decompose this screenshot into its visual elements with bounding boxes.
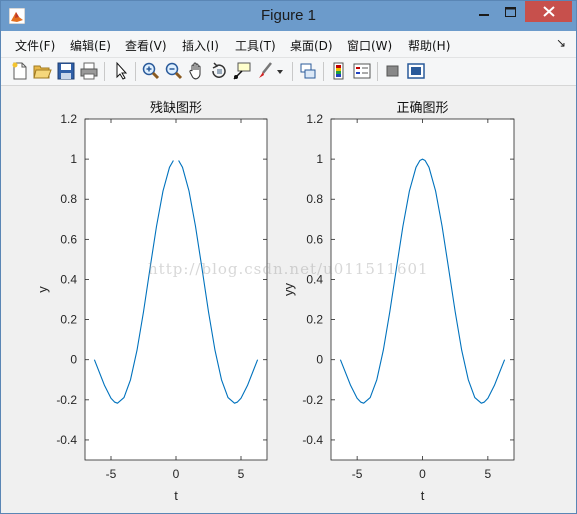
insert-colorbar-icon[interactable] (329, 61, 349, 81)
menu-window[interactable]: 窗口(W) (347, 37, 392, 54)
pan-hand-icon[interactable] (187, 61, 207, 81)
link-plot-icon[interactable] (298, 61, 318, 81)
x-tick-label: 0 (419, 467, 426, 481)
x-tick-label: 0 (173, 467, 180, 481)
figure-canvas: -0.4 -0.2 0 0.2 0.4 0.6 0.8 1 1.2 -5 0 5 残缺图形 t y -0.4-… (7, 86, 572, 509)
title-bar[interactable]: Figure 1 (1, 1, 576, 31)
toolbar-separator (135, 62, 136, 81)
menu-insert[interactable]: 插入(I) (182, 37, 219, 54)
maximize-button[interactable] (497, 1, 524, 22)
axes-background (84, 118, 268, 461)
csdn-watermark: http://blog.csdn.net/u011511601 (148, 260, 429, 278)
x-axis-label: t (421, 488, 425, 503)
new-figure-icon[interactable] (10, 61, 30, 81)
x-tick-label: -5 (106, 467, 117, 481)
y-tick-label: -0.4 (56, 433, 77, 447)
data-cursor-icon[interactable] (232, 61, 252, 81)
insert-legend-icon[interactable] (352, 61, 372, 81)
toolbar-separator (377, 62, 378, 81)
y-tick-label: 1 (70, 152, 77, 166)
toolbar-separator (323, 62, 324, 81)
hide-plot-tools-icon[interactable] (383, 61, 403, 81)
menu-help[interactable]: 帮助(H) (408, 37, 450, 54)
axes-1: -0.4 -0.2 0 0.2 0.4 0.6 0.8 1 1.2 -5 0 5 残缺图形 t y (35, 101, 268, 503)
y-tick-label: 1.2 (60, 112, 77, 126)
y-tick-label: 0 (70, 353, 77, 367)
axes-background (330, 118, 515, 461)
toolbar-separator (292, 62, 293, 81)
figure-window: Figure 1 文件(F) 编辑(E) 查看(V) 插入(I) 工具(T) 桌… (0, 0, 577, 514)
minimize-icon (478, 13, 489, 16)
y-tick-label: 0.6 (60, 232, 77, 246)
menu-file[interactable]: 文件(F) (15, 37, 55, 54)
y-tick-label: 1.2 (306, 112, 323, 126)
x-tick-label: 5 (238, 467, 245, 481)
y-tick-label: 0.6 (306, 232, 323, 246)
menu-bar: 文件(F) 编辑(E) 查看(V) 插入(I) 工具(T) 桌面(D) 窗口(W… (1, 31, 576, 58)
plot-canvas: -0.4-0.200.20.40.60.811.2-5 0 5残缺图形ty-0.4-… (35, 101, 515, 503)
menu-tools[interactable]: 工具(T) (235, 37, 276, 54)
dock-figure-icon[interactable]: ↘ (556, 36, 566, 50)
toolbar-separator (104, 62, 105, 81)
axes-title: 正确图形 (396, 101, 448, 116)
zoom-in-icon[interactable] (141, 61, 161, 81)
menu-edit[interactable]: 编辑(E) (70, 37, 111, 54)
y-tick-label: -0.2 (302, 393, 323, 407)
y-tick-label: 0.4 (60, 272, 77, 286)
maximize-icon (505, 6, 516, 17)
close-button[interactable] (525, 1, 572, 22)
y-tick-label: 0 (316, 353, 323, 367)
y-tick-label: 0.8 (306, 192, 323, 206)
show-plot-tools-icon[interactable] (406, 61, 426, 81)
brush-icon[interactable] (255, 61, 275, 81)
y-tick-label: 0.2 (60, 313, 77, 327)
x-tick-label: -5 (352, 467, 363, 481)
y-axis-label: yy (281, 283, 296, 297)
x-tick-label: 5 (485, 467, 492, 481)
close-icon (542, 6, 555, 17)
axes-2: -0.4-0.200.20.40.60.811.2-5 0 5正确图形tyy (281, 101, 515, 503)
figure-toolbar (1, 58, 576, 86)
save-icon[interactable] (56, 61, 76, 81)
y-tick-label: -0.2 (56, 393, 77, 407)
y-axis-label: y (35, 286, 50, 293)
zoom-out-icon[interactable] (164, 61, 184, 81)
menu-view[interactable]: 查看(V) (125, 37, 167, 54)
brush-dropdown-chevron-icon[interactable] (275, 61, 285, 81)
open-file-icon[interactable] (32, 61, 52, 81)
y-tick-label: 0.8 (60, 192, 77, 206)
edit-plot-arrow-icon[interactable] (111, 61, 131, 81)
menu-desktop[interactable]: 桌面(D) (290, 37, 333, 54)
axes-title: 残缺图形 (150, 101, 202, 116)
y-tick-label: -0.4 (302, 433, 323, 447)
print-icon[interactable] (79, 61, 99, 81)
y-tick-label: 0.2 (306, 313, 323, 327)
x-axis-label: t (174, 488, 178, 503)
minimize-button[interactable] (470, 1, 497, 22)
y-tick-label: 1 (316, 152, 323, 166)
rotate-3d-icon[interactable] (209, 61, 229, 81)
